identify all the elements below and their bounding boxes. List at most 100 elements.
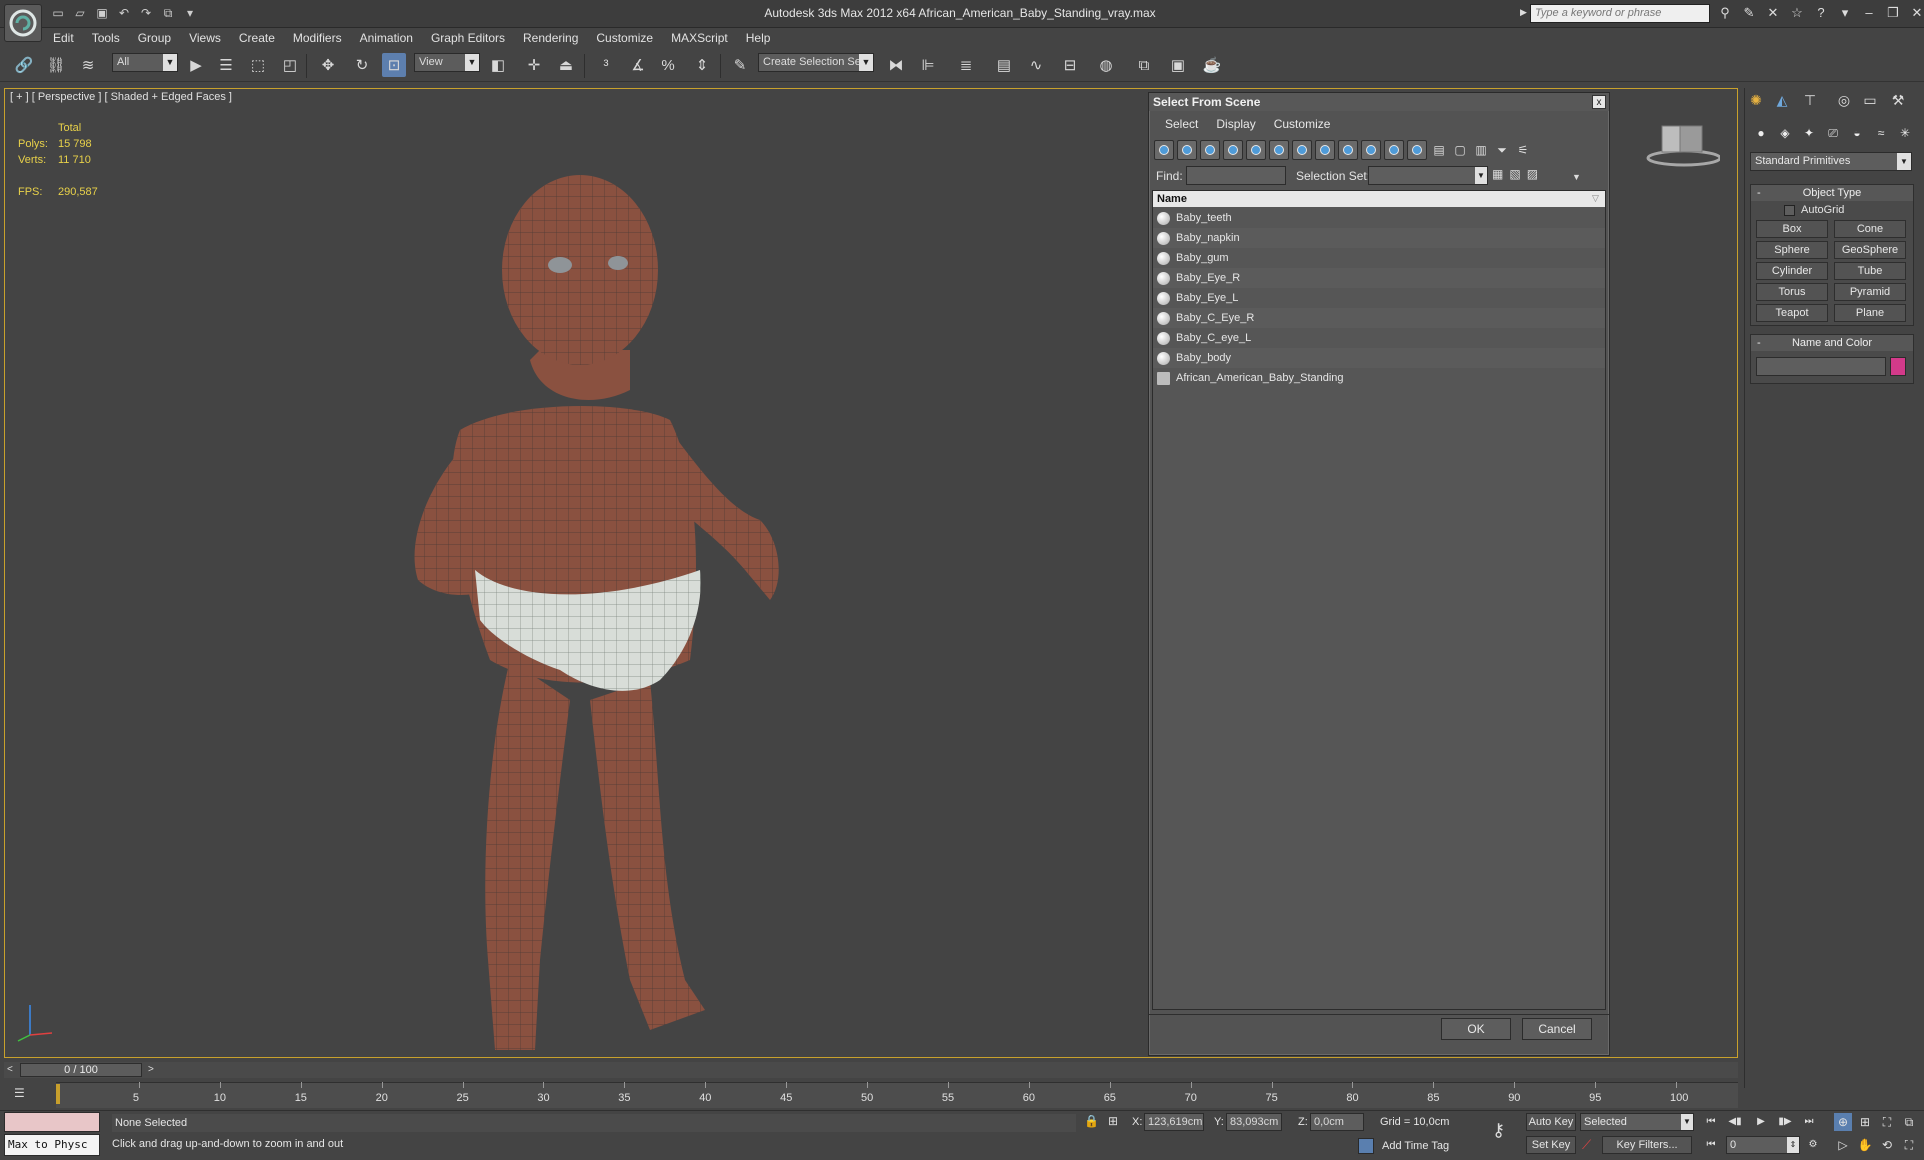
- cancel-button[interactable]: Cancel: [1522, 1018, 1592, 1040]
- column-header-name[interactable]: Name: [1153, 191, 1605, 207]
- select-object-icon[interactable]: ▶: [184, 53, 208, 77]
- filter-settings-icon[interactable]: ⚟: [1514, 140, 1532, 160]
- render-setup-icon[interactable]: ⧉: [1132, 53, 1156, 77]
- menu-group[interactable]: Group: [129, 28, 180, 48]
- cone-button[interactable]: Cone: [1834, 220, 1906, 238]
- dialog-menu-display[interactable]: Display: [1207, 114, 1264, 134]
- key-mode-icon[interactable]: ⏮: [1702, 1137, 1720, 1153]
- object-category-dropdown[interactable]: Standard Primitives ▼: [1750, 152, 1912, 171]
- absolute-offset-icon[interactable]: ⊞: [1108, 1114, 1118, 1128]
- subscription-icon[interactable]: ✎: [1740, 4, 1758, 22]
- render-production-icon[interactable]: ☕: [1200, 53, 1224, 77]
- help-icon[interactable]: ?: [1812, 4, 1830, 22]
- scale-icon[interactable]: ⊡: [382, 53, 406, 77]
- select-by-name-icon[interactable]: ☰: [214, 53, 238, 77]
- play-icon[interactable]: ▶: [1752, 1114, 1770, 1130]
- curve-editor-icon[interactable]: ∿: [1024, 53, 1048, 77]
- name-and-color-rollout-header[interactable]: - Name and Color: [1751, 335, 1913, 351]
- display-all-icon[interactable]: ▤: [1430, 140, 1448, 160]
- menu-modifiers[interactable]: Modifiers: [284, 28, 351, 48]
- rectangular-selection-icon[interactable]: ⬚: [246, 53, 270, 77]
- dialog-menu-select[interactable]: Select: [1156, 114, 1207, 134]
- display-tab-icon[interactable]: ▭: [1860, 90, 1880, 110]
- orbit-icon[interactable]: ⟲: [1878, 1136, 1896, 1154]
- close-icon[interactable]: x: [1592, 95, 1606, 109]
- shapes-icon[interactable]: ◈: [1776, 124, 1794, 142]
- z-coordinate-field[interactable]: 0,0cm: [1310, 1113, 1364, 1131]
- previous-key-icon[interactable]: ◀▮: [1726, 1114, 1744, 1130]
- percent-snap-icon[interactable]: %: [656, 53, 680, 77]
- sphere-button[interactable]: Sphere: [1756, 241, 1828, 259]
- menu-customize[interactable]: Customize: [587, 28, 662, 48]
- key-mode-toggle-icon[interactable]: ⟋: [1582, 1137, 1591, 1153]
- maxscript-mini-listener[interactable]: Max to Physc: [4, 1134, 100, 1156]
- chevron-down-icon[interactable]: ▼: [1572, 172, 1581, 182]
- time-tag-icon[interactable]: [1358, 1138, 1374, 1154]
- create-selection-set-icon[interactable]: ▦: [1492, 167, 1503, 181]
- display-containers-icon[interactable]: [1361, 140, 1381, 160]
- systems-icon[interactable]: ✳: [1896, 124, 1914, 142]
- motion-tab-icon[interactable]: ◎: [1834, 90, 1854, 110]
- time-cursor[interactable]: [56, 1084, 60, 1104]
- move-icon[interactable]: ✥: [316, 53, 340, 77]
- field-of-view-icon[interactable]: ▷: [1834, 1136, 1852, 1154]
- favorites-star-icon[interactable]: ☆: [1788, 4, 1806, 22]
- menu-tools[interactable]: Tools: [83, 28, 129, 48]
- cameras-icon[interactable]: ⎚: [1824, 124, 1842, 142]
- dialog-title[interactable]: Select From Scene: [1149, 93, 1609, 111]
- sort-icon[interactable]: ▽: [1592, 193, 1599, 204]
- schematic-view-icon[interactable]: ⊟: [1058, 53, 1082, 77]
- menu-rendering[interactable]: Rendering: [514, 28, 587, 48]
- angle-snap-icon[interactable]: ∡: [626, 53, 650, 77]
- rendered-frame-window-icon[interactable]: ▣: [1166, 53, 1190, 77]
- list-item[interactable]: Baby_Eye_L: [1153, 288, 1605, 308]
- helpers-icon[interactable]: ◒: [1848, 124, 1866, 142]
- teapot-button[interactable]: Teapot: [1756, 304, 1828, 322]
- list-item[interactable]: African_American_Baby_Standing: [1153, 368, 1605, 388]
- track-bar[interactable]: [56, 1082, 1738, 1108]
- material-editor-icon[interactable]: ◍: [1094, 53, 1118, 77]
- project-folder-icon[interactable]: ⧉: [160, 5, 176, 21]
- time-slider-thumb[interactable]: 0 / 100: [20, 1063, 142, 1077]
- zoom-extents-icon[interactable]: ⛶: [1878, 1113, 1896, 1131]
- display-invert-icon[interactable]: ▥: [1472, 140, 1490, 160]
- zoom-icon[interactable]: ⊕: [1834, 1113, 1852, 1131]
- add-time-tag[interactable]: Add Time Tag: [1382, 1140, 1449, 1152]
- spinner-snap-icon[interactable]: ⇕: [690, 53, 714, 77]
- filter-icon[interactable]: ⏷: [1493, 140, 1511, 160]
- search-input[interactable]: Type a keyword or phrase: [1530, 4, 1710, 23]
- next-key-icon[interactable]: ▮▶: [1776, 1114, 1794, 1130]
- menu-create[interactable]: Create: [230, 28, 284, 48]
- display-hidden-icon[interactable]: [1407, 140, 1427, 160]
- new-file-icon[interactable]: ▭: [50, 5, 66, 21]
- auto-key-button[interactable]: Auto Key: [1526, 1113, 1576, 1131]
- unlink-icon[interactable]: ⛓: [44, 53, 68, 77]
- snaps-toggle-icon[interactable]: ³: [594, 53, 618, 77]
- display-cameras-icon[interactable]: [1223, 140, 1243, 160]
- torus-button[interactable]: Torus: [1756, 283, 1828, 301]
- mirror-icon[interactable]: ⧓: [884, 53, 908, 77]
- key-mode-dropdown[interactable]: Selected ▼: [1580, 1113, 1694, 1131]
- cylinder-button[interactable]: Cylinder: [1756, 262, 1828, 280]
- selection-filter-dropdown[interactable]: All ▼: [112, 53, 178, 72]
- display-shapes-icon[interactable]: [1177, 140, 1197, 160]
- maxscript-listener-output[interactable]: [4, 1112, 100, 1132]
- list-item[interactable]: Baby_napkin: [1153, 228, 1605, 248]
- selection-lock-icon[interactable]: 🔒: [1084, 1114, 1099, 1128]
- communication-icon[interactable]: ✕: [1764, 4, 1782, 22]
- list-item[interactable]: Baby_body: [1153, 348, 1605, 368]
- reference-coordinate-dropdown[interactable]: View ▼: [414, 53, 480, 72]
- list-item[interactable]: Baby_C_eye_L: [1153, 328, 1605, 348]
- box-button[interactable]: Box: [1756, 220, 1828, 238]
- list-item[interactable]: Baby_Eye_R: [1153, 268, 1605, 288]
- undo-icon[interactable]: ↶: [116, 5, 132, 21]
- display-none-icon[interactable]: ▢: [1451, 140, 1469, 160]
- space-warps-icon[interactable]: ≈: [1872, 124, 1890, 142]
- edit-named-selection-icon[interactable]: ✎: [728, 53, 752, 77]
- app-menu-button[interactable]: [4, 4, 42, 42]
- previous-frame-icon[interactable]: <: [7, 1064, 13, 1075]
- menu-views[interactable]: Views: [180, 28, 230, 48]
- list-item[interactable]: Baby_gum: [1153, 248, 1605, 268]
- selection-set-dropdown[interactable]: ▼: [1368, 166, 1488, 185]
- menu-maxscript[interactable]: MAXScript: [662, 28, 737, 48]
